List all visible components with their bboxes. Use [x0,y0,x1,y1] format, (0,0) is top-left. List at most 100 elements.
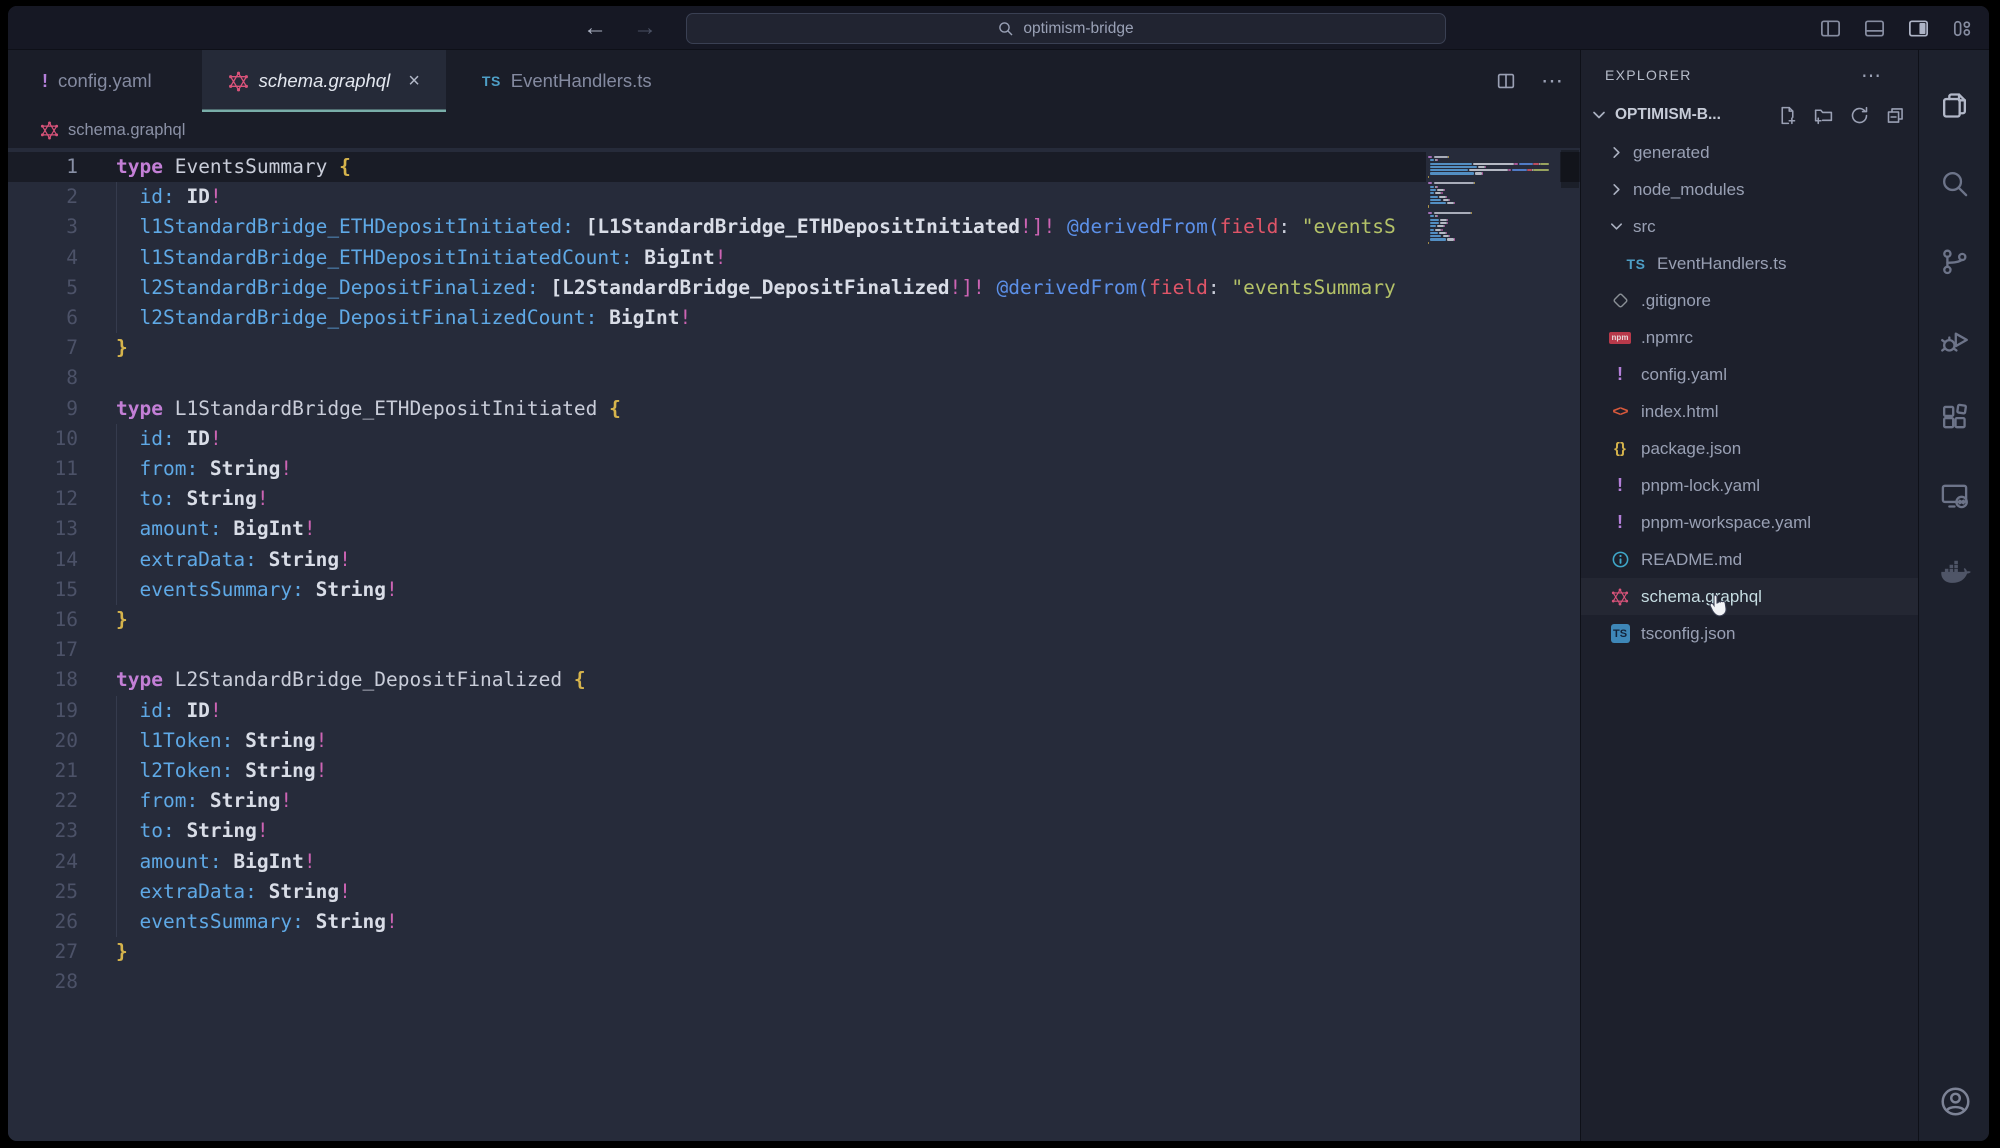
tree-folder-src[interactable]: src [1581,208,1918,245]
tree-file--npmrc[interactable]: npm.npmrc [1581,319,1918,356]
debug-icon[interactable] [1939,324,1970,355]
code-line[interactable]: 4 l1StandardBridge_ETHDepositInitiatedCo… [8,243,1580,273]
yaml-icon: ! [1607,512,1633,533]
close-icon[interactable]: × [408,70,420,93]
code-line[interactable]: 20 l1Token: String! [8,726,1580,756]
files-icon[interactable] [1939,90,1970,121]
tab-config-yaml[interactable]: ! config.yaml [16,50,178,112]
line-number: 14 [8,545,78,575]
layout-sidebar-right-filled-icon[interactable] [1907,16,1931,40]
tree-file-readme-md[interactable]: README.md [1581,541,1918,578]
editor-scrollbar[interactable] [1560,148,1580,1141]
collapse-all-icon[interactable] [1885,105,1906,126]
window-layout-controls [1819,6,1975,50]
title-bar: ← → optimism-bridge [8,6,1989,50]
tree-folder-node-modules[interactable]: node_modules [1581,171,1918,208]
code-editor[interactable]: 1type EventsSummary {2 id: ID!3 l1Standa… [8,148,1580,1141]
code-line[interactable]: 14 extraData: String! [8,545,1580,575]
customize-layout-icon[interactable] [1951,16,1975,40]
code-line[interactable]: 11 from: String! [8,454,1580,484]
ts-icon: TS [1623,256,1649,272]
mouse-cursor [1706,592,1732,620]
html-icon: <> [1607,404,1633,420]
docker-icon[interactable] [1939,558,1970,589]
code-line[interactable]: 17 [8,635,1580,665]
forward-arrow-icon[interactable]: → [633,16,657,40]
split-editor-icon[interactable] [1495,70,1517,92]
code-line[interactable]: 2 id: ID! [8,182,1580,212]
code-line[interactable]: 13 amount: BigInt! [8,514,1580,544]
explorer-sidebar: EXPLORER ⋯ OPTIMISM-B... generatednode_m… [1580,50,1918,1141]
code-line[interactable]: 9type L1StandardBridge_ETHDepositInitiat… [8,394,1580,424]
workspace-section-header[interactable]: OPTIMISM-B... [1581,96,1918,134]
remote-explorer-icon[interactable] [1939,480,1970,511]
extensions-icon[interactable] [1939,402,1970,433]
graphql-icon [228,71,249,92]
more-actions-icon[interactable]: ⋯ [1541,68,1564,94]
line-number: 13 [8,514,78,544]
chevron-right-icon [1605,145,1627,160]
code-line[interactable]: 28 [8,967,1580,997]
tab-label: schema.graphql [259,70,391,92]
tree-file-tsconfig-json[interactable]: TStsconfig.json [1581,615,1918,652]
code-line[interactable]: 12 to: String! [8,484,1580,514]
tree-item-label: node_modules [1633,180,1745,200]
code-line[interactable]: 3 l1StandardBridge_ETHDepositInitiated: … [8,212,1580,242]
code-line[interactable]: 24 amount: BigInt! [8,847,1580,877]
line-number: 1 [8,152,78,182]
tab-eventhandlers-ts[interactable]: TS EventHandlers.ts [456,50,678,112]
yaml-icon: ! [1607,364,1633,385]
views-more-icon[interactable]: ⋯ [1861,63,1882,88]
code-line[interactable]: 8 [8,363,1580,393]
line-number: 19 [8,696,78,726]
layout-panel-bottom-icon[interactable] [1863,16,1887,40]
tree-file-config-yaml[interactable]: !config.yaml [1581,356,1918,393]
line-number: 17 [8,635,78,665]
line-number: 24 [8,847,78,877]
line-number: 16 [8,605,78,635]
line-number: 20 [8,726,78,756]
refresh-icon[interactable] [1849,105,1870,126]
new-folder-icon[interactable] [1813,105,1834,126]
code-line[interactable]: 5 l2StandardBridge_DepositFinalized: [L2… [8,273,1580,303]
tree-file-eventhandlers-ts[interactable]: TSEventHandlers.ts [1581,245,1918,282]
tree-file-pnpm-lock-yaml[interactable]: !pnpm-lock.yaml [1581,467,1918,504]
code-line[interactable]: 6 l2StandardBridge_DepositFinalizedCount… [8,303,1580,333]
tree-file-package-json[interactable]: {}package.json [1581,430,1918,467]
search-icon[interactable] [1939,168,1970,199]
code-line[interactable]: 23 to: String! [8,816,1580,846]
code-line[interactable]: 22 from: String! [8,786,1580,816]
tree-file-index-html[interactable]: <>index.html [1581,393,1918,430]
tab-schema-graphql[interactable]: schema.graphql × [202,50,446,112]
tree-file--gitignore[interactable]: .gitignore [1581,282,1918,319]
line-number: 25 [8,877,78,907]
code-line[interactable]: 21 l2Token: String! [8,756,1580,786]
code-line[interactable]: 26 eventsSummary: String! [8,907,1580,937]
code-line[interactable]: 15 eventsSummary: String! [8,575,1580,605]
tree-file-pnpm-workspace-yaml[interactable]: !pnpm-workspace.yaml [1581,504,1918,541]
code-line[interactable]: 16} [8,605,1580,635]
account-icon[interactable] [1939,1086,1970,1117]
source-control-icon[interactable] [1939,246,1970,277]
code-line[interactable]: 10 id: ID! [8,424,1580,454]
code-line[interactable]: 19 id: ID! [8,696,1580,726]
code-line[interactable]: 18type L2StandardBridge_DepositFinalized… [8,665,1580,695]
back-arrow-icon[interactable]: ← [583,16,607,40]
graphql-icon [1607,588,1633,606]
code-line[interactable]: 25 extraData: String! [8,877,1580,907]
graphql-icon [40,121,59,140]
breadcrumb[interactable]: schema.graphql [8,112,1580,148]
tree-file-schema-graphql[interactable]: schema.graphql [1581,578,1918,615]
code-line[interactable]: 27} [8,937,1580,967]
vscode-window: ← → optimism-bridge ! config.yaml [8,6,1989,1141]
json-icon: {} [1607,440,1633,457]
tree-folder-generated[interactable]: generated [1581,134,1918,171]
search-value: optimism-bridge [1023,20,1133,38]
layout-sidebar-left-icon[interactable] [1819,16,1843,40]
command-center-search[interactable]: optimism-bridge [686,13,1446,44]
new-file-icon[interactable] [1777,105,1798,126]
code-line[interactable]: 7} [8,333,1580,363]
tsconfig-icon: TS [1607,624,1633,643]
code-line[interactable]: 1type EventsSummary { [8,152,1580,182]
minimap[interactable] [1426,148,1560,1141]
